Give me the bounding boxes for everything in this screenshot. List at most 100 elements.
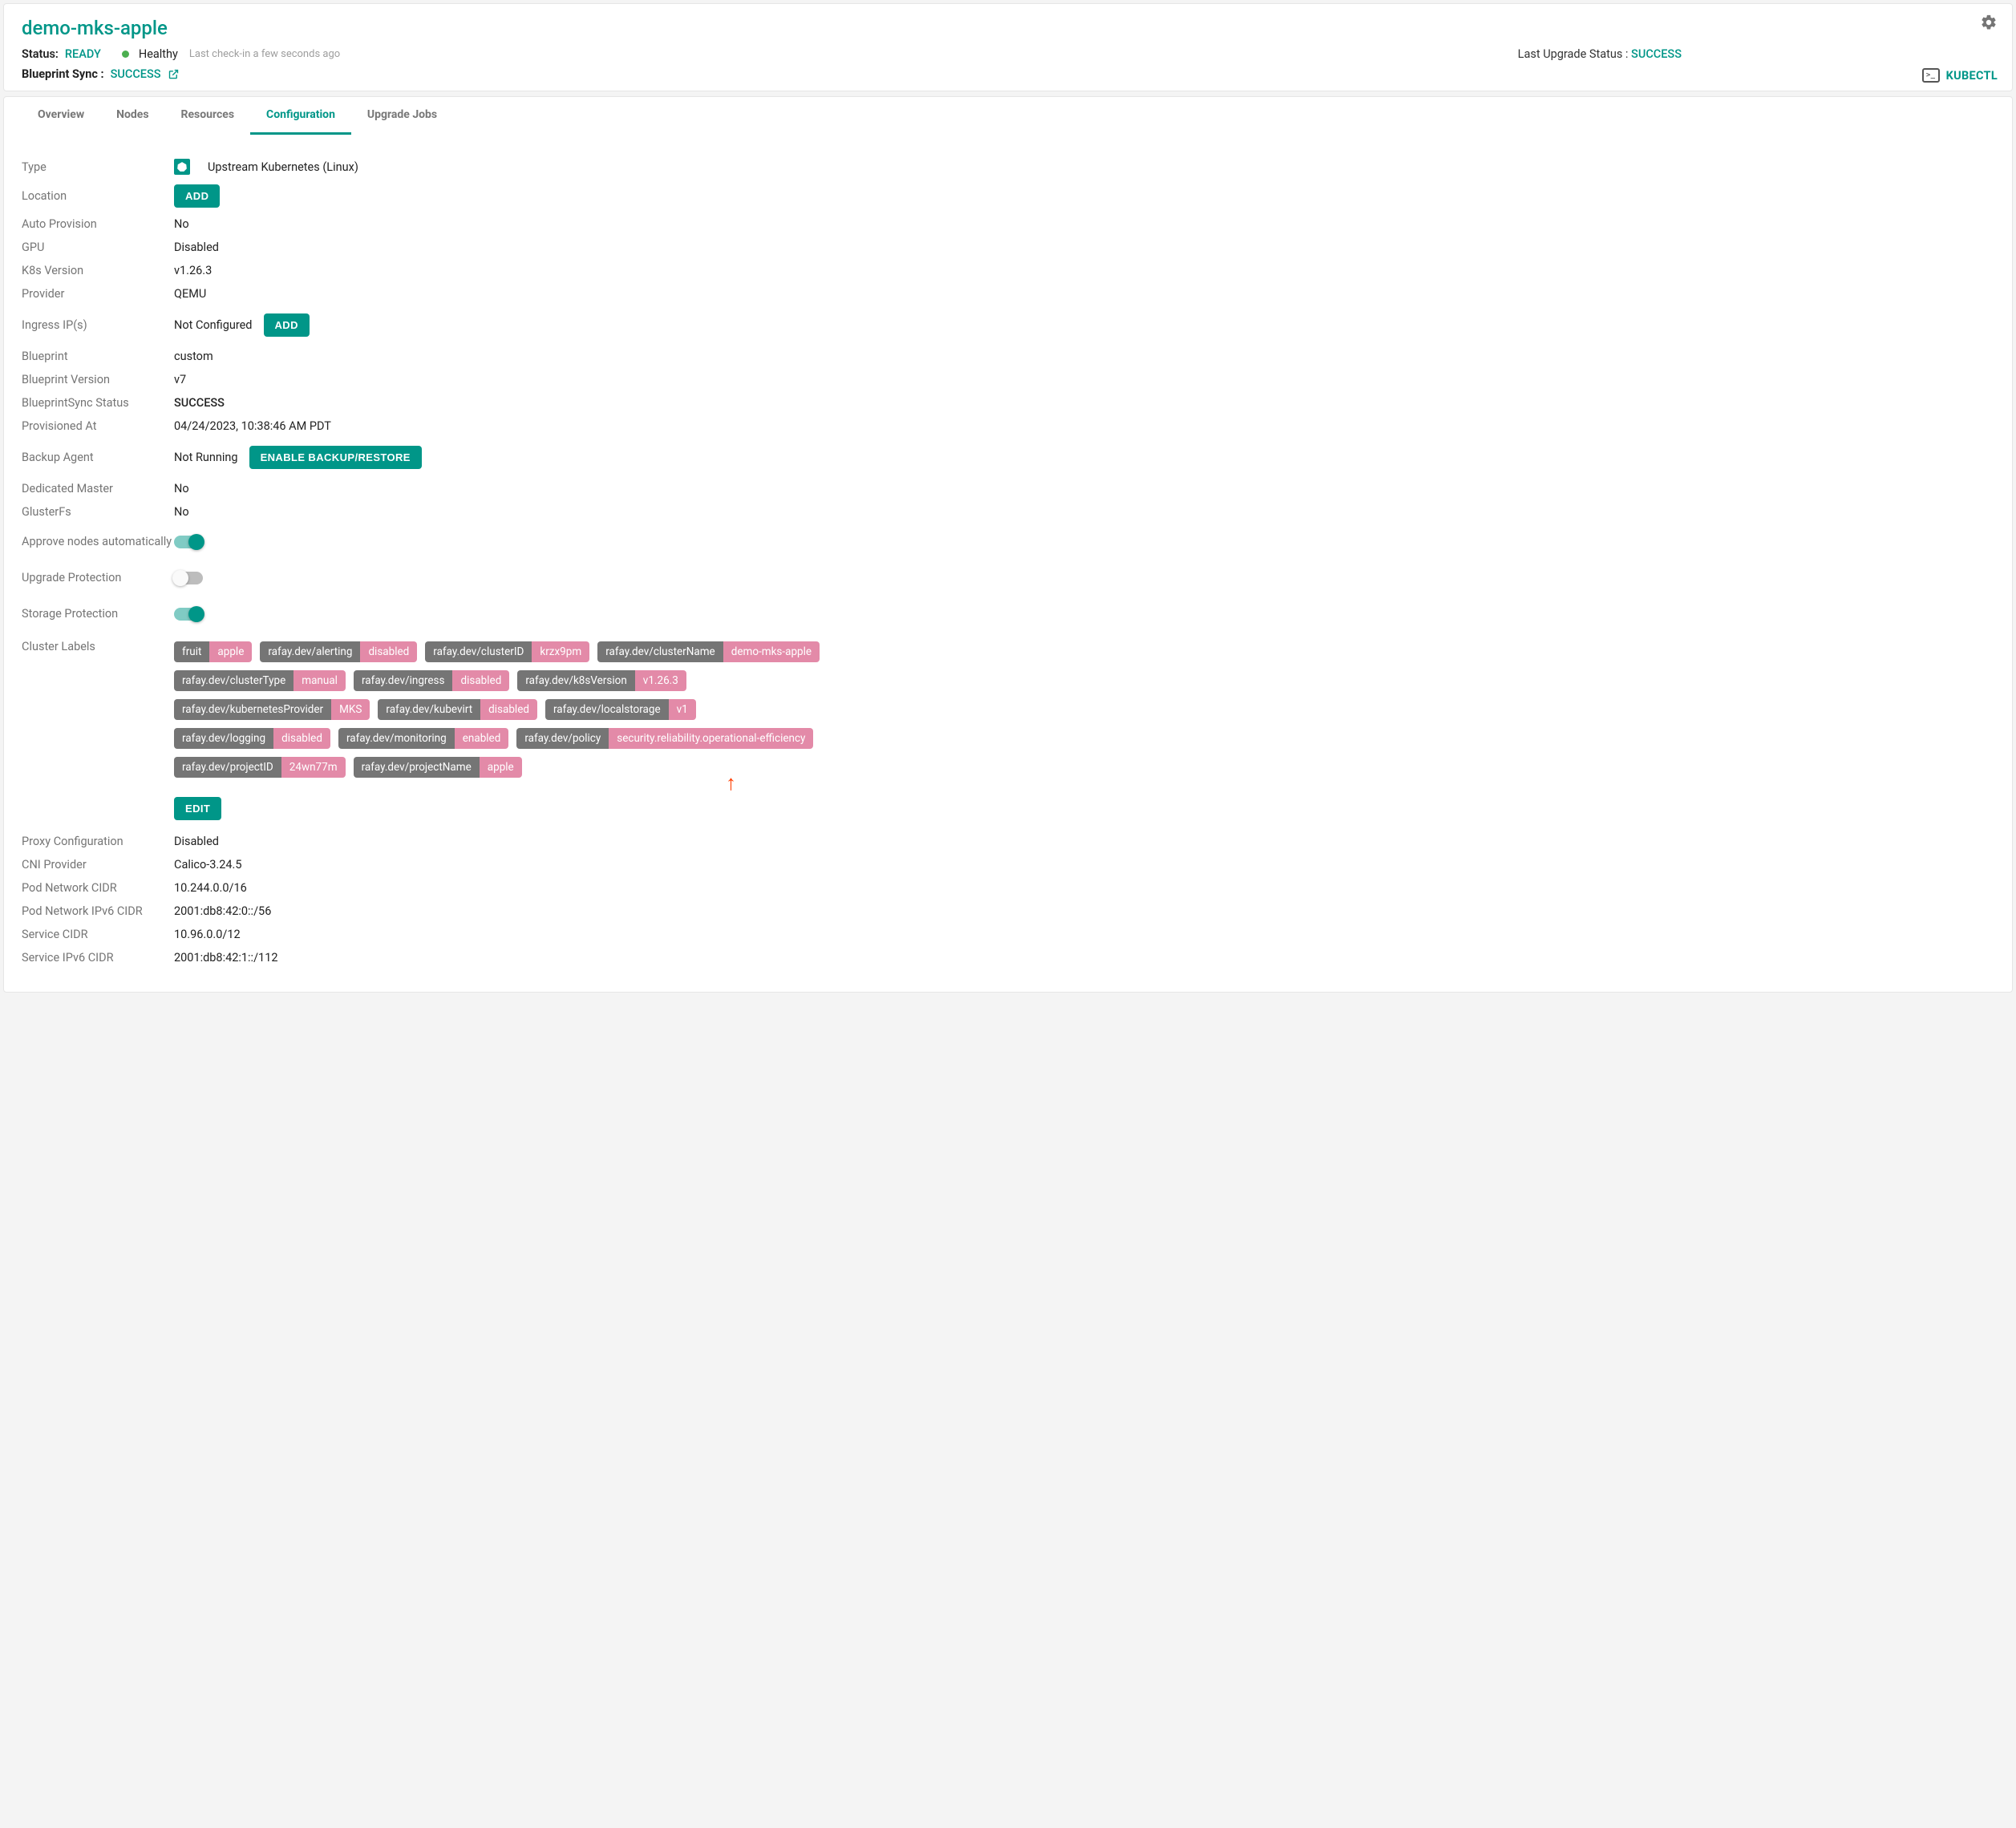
row-svc-cidr: Service CIDR 10.96.0.0/12	[22, 923, 1994, 946]
tab-resources[interactable]: Resources	[165, 97, 251, 135]
gear-icon	[1980, 14, 1998, 31]
gpu-label: GPU	[22, 241, 174, 254]
row-pod-cidr6: Pod Network IPv6 CIDR 2001:db8:42:0::/56	[22, 900, 1994, 923]
upgrade-status-value: SUCCESS	[1631, 47, 1682, 61]
gpu-value: Disabled	[174, 241, 219, 254]
open-in-new-icon[interactable]	[168, 68, 180, 80]
status-row: Status: READY Healthy Last check-in a fe…	[22, 47, 1994, 61]
dedicated-master-label: Dedicated Master	[22, 482, 174, 495]
cluster-label-chip: rafay.dev/alertingdisabled	[260, 641, 417, 662]
cni-label: CNI Provider	[22, 858, 174, 872]
chip-key: rafay.dev/clusterID	[425, 641, 532, 662]
cluster-label-chip: rafay.dev/clusterNamedemo-mks-apple	[597, 641, 820, 662]
enable-backup-button[interactable]: ENABLE BACKUP/RESTORE	[249, 446, 422, 469]
cluster-label-chip: rafay.dev/kubevirtdisabled	[378, 699, 537, 720]
row-provider: Provider QEMU	[22, 282, 1994, 305]
bp-sync-status-label: BlueprintSync Status	[22, 396, 174, 410]
row-blueprint-version: Blueprint Version v7	[22, 368, 1994, 391]
row-approve-nodes: Approve nodes automatically	[22, 524, 1994, 560]
tabs: Overview Nodes Resources Configuration U…	[4, 97, 2012, 135]
pod-cidr6-label: Pod Network IPv6 CIDR	[22, 904, 174, 918]
blueprint-sync-row: Blueprint Sync : SUCCESS	[22, 67, 1994, 81]
row-pod-cidr: Pod Network CIDR 10.244.0.0/16	[22, 876, 1994, 900]
tab-overview[interactable]: Overview	[22, 97, 100, 135]
add-ingress-button[interactable]: ADD	[264, 313, 310, 337]
cluster-title[interactable]: demo-mks-apple	[22, 17, 1994, 39]
proxy-label: Proxy Configuration	[22, 835, 174, 848]
row-location: Location ADD	[22, 180, 1994, 212]
cluster-label-chip: rafay.dev/clusterTypemanual	[174, 670, 346, 691]
tab-nodes[interactable]: Nodes	[100, 97, 164, 135]
provisioned-label: Provisioned At	[22, 419, 174, 433]
add-location-button[interactable]: ADD	[174, 184, 220, 208]
chip-key: rafay.dev/clusterName	[597, 641, 723, 662]
blueprint-value: custom	[174, 350, 213, 363]
cluster-label-chip: rafay.dev/kubernetesProviderMKS	[174, 699, 370, 720]
proxy-value: Disabled	[174, 835, 219, 848]
ingress-value: Not Configured	[174, 318, 253, 332]
chip-key: rafay.dev/alerting	[260, 641, 360, 662]
blueprint-sync-value[interactable]: SUCCESS	[111, 67, 161, 81]
chip-key: fruit	[174, 641, 209, 662]
tab-configuration[interactable]: Configuration	[250, 97, 351, 135]
tab-upgrade-jobs[interactable]: Upgrade Jobs	[351, 97, 453, 135]
row-k8s-version: K8s Version v1.26.3	[22, 259, 1994, 282]
chip-key: rafay.dev/monitoring	[338, 728, 455, 749]
edit-labels-button[interactable]: EDIT	[174, 797, 221, 820]
row-upgrade-protection: Upgrade Protection	[22, 560, 1994, 596]
status-label: Status:	[22, 47, 59, 61]
row-cluster-labels: Cluster Labels fruitapplerafay.dev/alert…	[22, 632, 1994, 825]
kubernetes-badge-icon	[174, 159, 190, 175]
k8s-version-value: v1.26.3	[174, 264, 212, 277]
chip-key: rafay.dev/localstorage	[545, 699, 669, 720]
row-backup-agent: Backup Agent Not Running ENABLE BACKUP/R…	[22, 438, 1994, 477]
kubectl-button[interactable]: >_ KUBECTL	[1922, 68, 1998, 83]
last-checkin: Last check-in a few seconds ago	[189, 48, 340, 60]
row-svc-cidr6: Service IPv6 CIDR 2001:db8:42:1::/112	[22, 946, 1994, 969]
approve-nodes-label: Approve nodes automatically	[22, 535, 174, 548]
chip-value: v1	[669, 699, 696, 720]
upgrade-protection-toggle[interactable]	[174, 572, 203, 584]
chip-value: 24wn77m	[281, 757, 346, 778]
location-label: Location	[22, 189, 174, 203]
row-type: Type Upstream Kubernetes (Linux)	[22, 154, 1994, 180]
provider-label: Provider	[22, 287, 174, 301]
chip-value: apple	[209, 641, 252, 662]
cluster-labels-container: fruitapplerafay.dev/alertingdisabledrafa…	[174, 640, 832, 778]
approve-nodes-toggle[interactable]	[174, 536, 203, 548]
cluster-label-chip: rafay.dev/projectNameapple	[354, 757, 522, 778]
status-value: READY	[65, 47, 101, 61]
pod-cidr-value: 10.244.0.0/16	[174, 881, 247, 895]
row-gpu: GPU Disabled	[22, 236, 1994, 259]
blueprint-sync-label: Blueprint Sync :	[22, 67, 104, 81]
settings-gear-button[interactable]	[1980, 14, 1998, 34]
chip-value: disabled	[452, 670, 509, 691]
provider-value: QEMU	[174, 287, 206, 301]
cluster-label-chip: fruitapple	[174, 641, 252, 662]
chip-key: rafay.dev/clusterType	[174, 670, 293, 691]
chip-value: enabled	[455, 728, 509, 749]
cluster-label-chip: rafay.dev/loggingdisabled	[174, 728, 330, 749]
storage-protection-toggle[interactable]	[174, 608, 203, 621]
arrow-up-annotation-icon: ↑	[726, 773, 1994, 794]
blueprint-version-label: Blueprint Version	[22, 373, 174, 386]
chip-value: krzx9pm	[532, 641, 589, 662]
cluster-label-chip: rafay.dev/projectID24wn77m	[174, 757, 346, 778]
row-bp-sync-status: BlueprintSync Status SUCCESS	[22, 391, 1994, 415]
row-cni: CNI Provider Calico-3.24.5	[22, 853, 1994, 876]
row-glusterfs: GlusterFs No	[22, 500, 1994, 524]
chip-value: disabled	[273, 728, 330, 749]
chip-key: rafay.dev/projectID	[174, 757, 281, 778]
chip-value: disabled	[360, 641, 417, 662]
row-provisioned-at: Provisioned At 04/24/2023, 10:38:46 AM P…	[22, 415, 1994, 438]
upgrade-status-label: Last Upgrade Status :	[1518, 47, 1629, 61]
upgrade-protection-label: Upgrade Protection	[22, 571, 174, 584]
auto-provision-value: No	[174, 217, 189, 231]
svc-cidr6-label: Service IPv6 CIDR	[22, 951, 174, 965]
row-proxy: Proxy Configuration Disabled	[22, 825, 1994, 853]
svc-cidr-value: 10.96.0.0/12	[174, 928, 241, 941]
storage-protection-label: Storage Protection	[22, 607, 174, 621]
svc-cidr-label: Service CIDR	[22, 928, 174, 941]
type-label: Type	[22, 160, 174, 174]
row-auto-provision: Auto Provision No	[22, 212, 1994, 236]
